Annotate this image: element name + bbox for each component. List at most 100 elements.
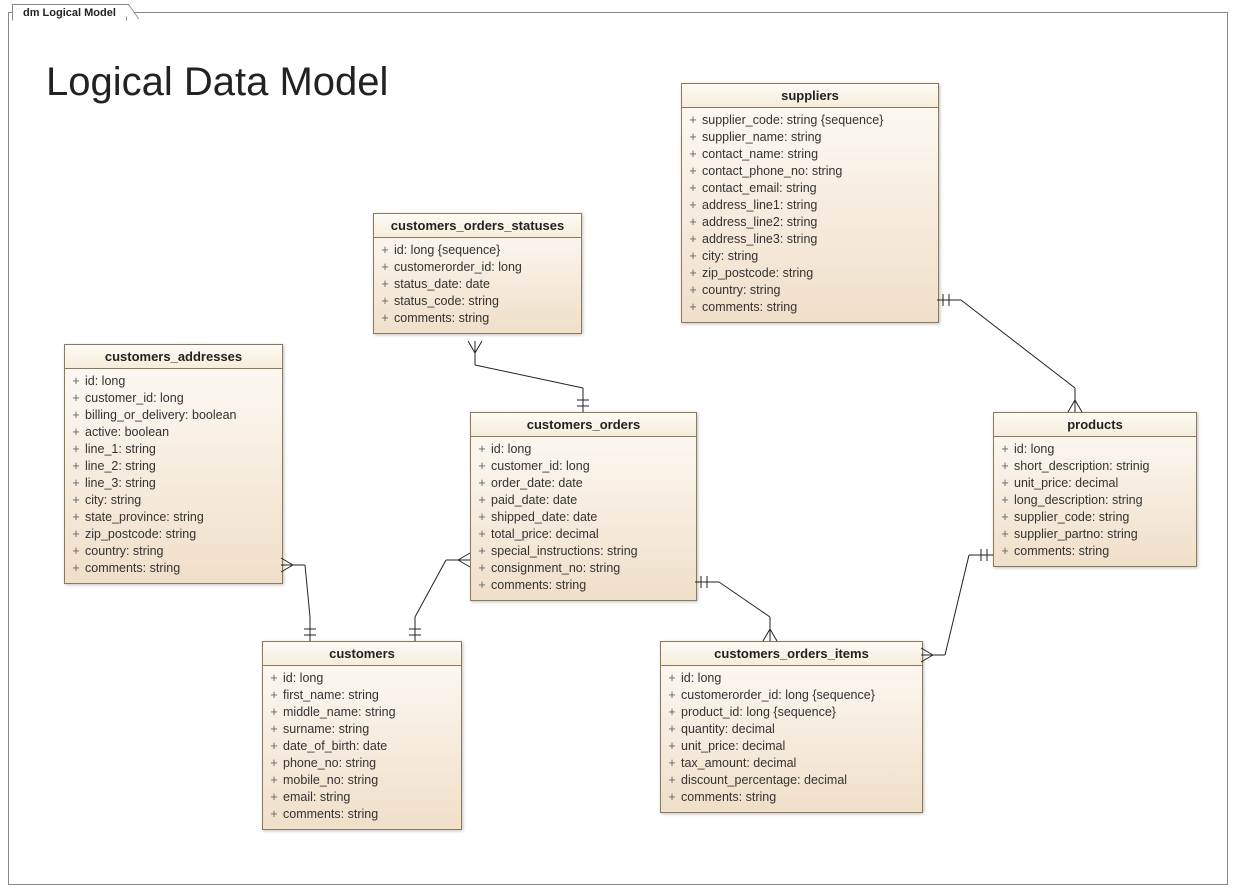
attribute-row: +country: string [67,543,280,560]
visibility-public-icon: + [684,146,702,163]
attribute-row: +comments: string [684,299,936,316]
entity-header: customers_orders_items [661,642,922,666]
entity-header: customers_orders_statuses [374,214,581,238]
attribute-row: +special_instructions: string [473,543,694,560]
visibility-public-icon: + [663,738,681,755]
attribute-row: +zip_postcode: string [67,526,280,543]
visibility-public-icon: + [684,282,702,299]
visibility-public-icon: + [996,441,1014,458]
attribute-text: first_name: string [283,687,379,704]
attribute-row: +supplier_code: string {sequence} [684,112,936,129]
attribute-text: date_of_birth: date [283,738,387,755]
attribute-text: paid_date: date [491,492,577,509]
attribute-text: zip_postcode: string [702,265,813,282]
entity-customers[interactable]: customers+id: long+first_name: string+mi… [262,641,462,830]
attribute-row: +contact_name: string [684,146,936,163]
attribute-row: +date_of_birth: date [265,738,459,755]
attribute-row: +line_2: string [67,458,280,475]
attribute-text: line_2: string [85,458,156,475]
visibility-public-icon: + [67,475,85,492]
visibility-public-icon: + [376,293,394,310]
entity-attributes: +id: long+customer_id: long+order_date: … [471,437,696,600]
attribute-row: +id: long [265,670,459,687]
entity-header: customers_addresses [65,345,282,369]
attribute-row: +middle_name: string [265,704,459,721]
attribute-row: +supplier_name: string [684,129,936,146]
attribute-row: +unit_price: decimal [663,738,920,755]
attribute-row: +contact_phone_no: string [684,163,936,180]
attribute-text: shipped_date: date [491,509,597,526]
visibility-public-icon: + [996,492,1014,509]
attribute-row: +customerorder_id: long {sequence} [663,687,920,704]
attribute-text: middle_name: string [283,704,396,721]
attribute-text: phone_no: string [283,755,376,772]
attribute-text: zip_postcode: string [85,526,196,543]
entity-customers_orders[interactable]: customers_orders+id: long+customer_id: l… [470,412,697,601]
attribute-text: country: string [85,543,164,560]
visibility-public-icon: + [684,299,702,316]
entity-header: suppliers [682,84,938,108]
attribute-text: customerorder_id: long {sequence} [681,687,875,704]
entity-attributes: +id: long {sequence}+customerorder_id: l… [374,238,581,333]
attribute-text: id: long [681,670,721,687]
attribute-row: +state_province: string [67,509,280,526]
attribute-text: unit_price: decimal [1014,475,1118,492]
attribute-row: +id: long [996,441,1194,458]
visibility-public-icon: + [265,738,283,755]
attribute-row: +id: long [473,441,694,458]
entity-customers_addresses[interactable]: customers_addresses+id: long+customer_id… [64,344,283,584]
visibility-public-icon: + [265,670,283,687]
attribute-text: line_1: string [85,441,156,458]
visibility-public-icon: + [376,259,394,276]
attribute-text: email: string [283,789,350,806]
attribute-row: +surname: string [265,721,459,738]
attribute-row: +status_date: date [376,276,579,293]
attribute-text: billing_or_delivery: boolean [85,407,237,424]
attribute-row: +comments: string [996,543,1194,560]
attribute-row: +quantity: decimal [663,721,920,738]
attribute-row: +unit_price: decimal [996,475,1194,492]
visibility-public-icon: + [67,458,85,475]
attribute-row: +comments: string [67,560,280,577]
diagram-frame: dm Logical Model Logical Data Model cust… [0,0,1236,893]
attribute-row: +city: string [684,248,936,265]
attribute-text: total_price: decimal [491,526,599,543]
attribute-row: +status_code: string [376,293,579,310]
entity-products[interactable]: products+id: long+short_description: str… [993,412,1197,567]
visibility-public-icon: + [996,543,1014,560]
attribute-row: +comments: string [265,806,459,823]
attribute-text: tax_amount: decimal [681,755,796,772]
visibility-public-icon: + [663,687,681,704]
attribute-row: +customer_id: long [473,458,694,475]
attribute-row: +supplier_code: string [996,509,1194,526]
entity-customers_orders_items[interactable]: customers_orders_items+id: long+customer… [660,641,923,813]
attribute-text: status_date: date [394,276,490,293]
entity-suppliers[interactable]: suppliers +supplier_code: string {sequenc… [681,83,939,323]
visibility-public-icon: + [265,789,283,806]
attribute-text: comments: string [491,577,586,594]
attribute-row: +id: long [663,670,920,687]
attribute-text: supplier_partno: string [1014,526,1138,543]
attribute-text: supplier_name: string [702,129,822,146]
visibility-public-icon: + [67,373,85,390]
entity-attributes: +id: long+first_name: string+middle_name… [263,666,461,829]
visibility-public-icon: + [996,526,1014,543]
visibility-public-icon: + [996,509,1014,526]
attribute-text: city: string [702,248,758,265]
visibility-public-icon: + [265,687,283,704]
attribute-row: +city: string [67,492,280,509]
attribute-text: comments: string [283,806,378,823]
visibility-public-icon: + [67,492,85,509]
attribute-text: customer_id: long [491,458,590,475]
visibility-public-icon: + [376,310,394,327]
attribute-text: comments: string [1014,543,1109,560]
visibility-public-icon: + [473,509,491,526]
attribute-text: id: long [1014,441,1054,458]
visibility-public-icon: + [473,526,491,543]
entity-customers_orders_statuses[interactable]: customers_orders_statuses+id: long {sequ… [373,213,582,334]
visibility-public-icon: + [67,526,85,543]
visibility-public-icon: + [684,265,702,282]
visibility-public-icon: + [684,231,702,248]
visibility-public-icon: + [663,789,681,806]
diagram-title: Logical Data Model [46,60,388,105]
